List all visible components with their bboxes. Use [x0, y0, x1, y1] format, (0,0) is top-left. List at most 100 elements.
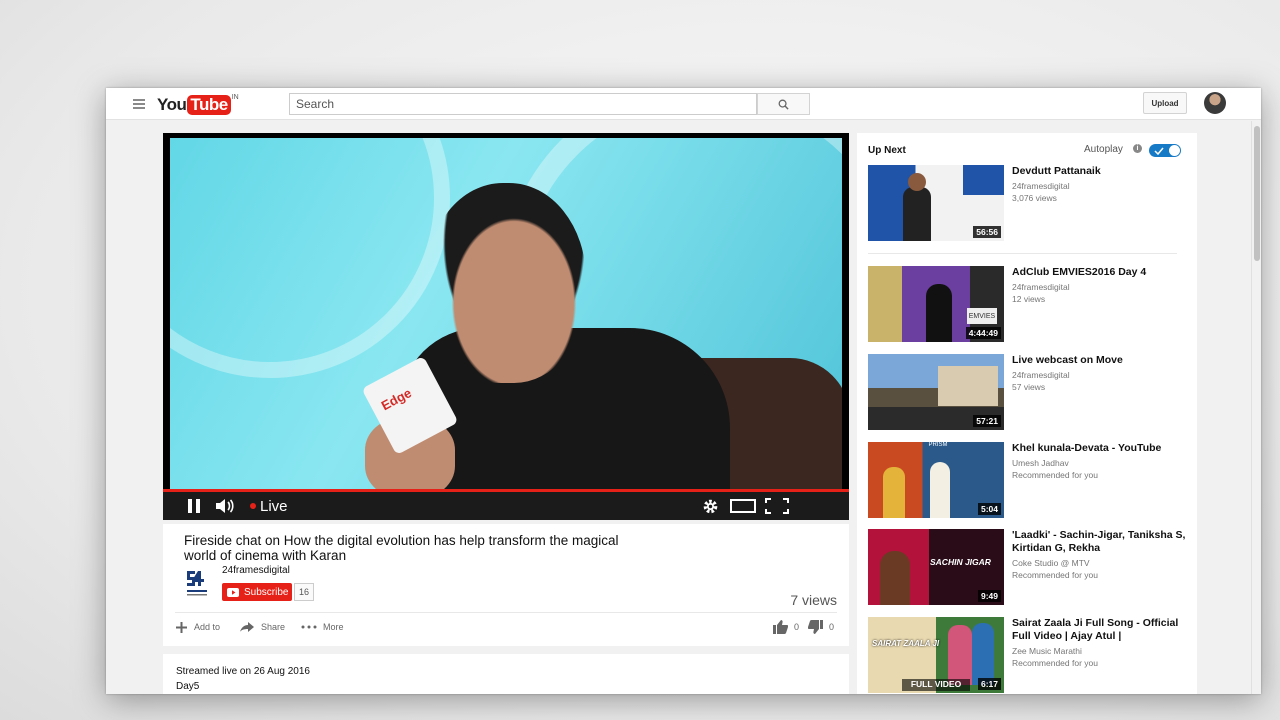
pause-button[interactable]: [187, 496, 201, 516]
page-scrollbar[interactable]: [1251, 121, 1261, 694]
guide-menu-icon[interactable]: [133, 99, 145, 109]
settings-button[interactable]: [702, 496, 719, 516]
thumb-figure: [903, 187, 931, 241]
fullscreen-icon: [765, 498, 789, 514]
thumbs-up-icon: [773, 620, 788, 634]
recommendation-title: Khel kunala-Devata - YouTube: [1012, 442, 1162, 454]
thumb-figure: [883, 467, 905, 518]
like-button[interactable]: 0: [773, 618, 799, 636]
recommendation-item[interactable]: SACHIN JIGAR 9:49 'Laadki' - Sachin-Jiga…: [868, 529, 1188, 605]
backdrop-ring: [170, 138, 450, 378]
thumbs-down-icon: [808, 620, 823, 634]
youtube-play-icon: [227, 587, 239, 597]
video-thumbnail[interactable]: 57:21: [868, 354, 1004, 430]
thumb-banner: [963, 165, 1004, 195]
up-next-heading: Up Next: [868, 145, 906, 156]
recommendation-item[interactable]: 56:56 Devdutt Pattanaik 24framesdigital …: [868, 165, 1188, 241]
subscribe-label: Subscribe: [244, 586, 289, 598]
recommendation-item[interactable]: EMVIES 4:44:49 AdClub EMVIES2016 Day 4 2…: [868, 266, 1188, 342]
video-duration: 6:17: [977, 678, 1001, 690]
video-description: Streamed live on 26 Aug 2016 Day5: [163, 654, 849, 694]
recommendation-views: Recommended for you: [1012, 570, 1098, 580]
thumb-figure: [972, 623, 994, 685]
recommendation-channel: Umesh Jadhav: [1012, 458, 1069, 468]
mic-brand-label: Edge: [378, 385, 414, 414]
upload-button[interactable]: Upload: [1143, 92, 1187, 114]
recommendation-title: 'Laadki' - Sachin-Jigar, Taniksha S, Kir…: [1012, 529, 1186, 554]
recommendation-views: Recommended for you: [1012, 658, 1098, 668]
video-thumbnail[interactable]: SAIRAT ZAALA JI FULL VIDEO 6:17: [868, 617, 1004, 693]
autoplay-label: Autoplay: [1084, 144, 1123, 155]
thumb-overlay-text: SACHIN JIGAR: [930, 557, 991, 567]
thumb-figure: [948, 625, 972, 685]
video-thumbnail[interactable]: PRISM 5:04: [868, 442, 1004, 518]
more-button[interactable]: More: [301, 618, 344, 636]
video-title: Fireside chat on How the digital evoluti…: [184, 533, 619, 563]
stream-date: Streamed live on 26 Aug 2016: [176, 666, 310, 677]
recommendation-item[interactable]: PRISM 5:04 Khel kunala-Devata - YouTube …: [868, 442, 1188, 518]
add-to-label: Add to: [194, 622, 221, 632]
info-icon[interactable]: i: [1133, 144, 1142, 153]
fullscreen-button[interactable]: [765, 496, 789, 516]
video-thumbnail[interactable]: EMVIES 4:44:49: [868, 266, 1004, 342]
share-button[interactable]: Share: [239, 618, 285, 636]
speaker-head: [426, 183, 586, 383]
share-icon: [240, 622, 254, 632]
section-divider: [868, 253, 1177, 254]
recommendation-views: Recommended for you: [1012, 470, 1098, 480]
masthead: You Tube IN Search Upload: [106, 88, 1261, 120]
video-player[interactable]: Edge Live: [163, 133, 849, 520]
channel-logo[interactable]: [184, 567, 210, 601]
pause-icon: [188, 499, 200, 513]
recommendation-title: Live webcast on Move: [1012, 354, 1123, 366]
video-duration: 57:21: [973, 415, 1001, 427]
recommendation-item[interactable]: SAIRAT ZAALA JI FULL VIDEO 6:17 Sairat Z…: [868, 617, 1188, 693]
check-icon: [1154, 147, 1164, 155]
volume-button[interactable]: [215, 496, 235, 516]
plus-icon: [176, 621, 187, 633]
recommendation-channel: Coke Studio @ MTV: [1012, 558, 1090, 568]
recommendation-views: 57 views: [1012, 382, 1046, 392]
subscriber-count: 16: [294, 583, 314, 601]
logo-you-text: You: [157, 95, 187, 114]
thumb-caption: FULL VIDEO: [902, 679, 970, 691]
autoplay-toggle[interactable]: [1149, 144, 1181, 157]
scrollbar-thumb[interactable]: [1254, 126, 1260, 261]
view-count: 7 views: [790, 592, 837, 608]
thumb-figure: [926, 284, 952, 342]
live-indicator[interactable]: Live: [250, 496, 288, 516]
video-duration: 4:44:49: [965, 327, 1001, 339]
recommendation-views: 12 views: [1012, 294, 1046, 304]
more-dots-icon: [301, 625, 317, 629]
dislike-button[interactable]: 0: [808, 618, 834, 636]
channel-name[interactable]: 24framesdigital: [222, 565, 290, 576]
user-avatar[interactable]: [1204, 92, 1226, 114]
recommendation-title: Sairat Zaala Ji Full Song - Official Ful…: [1012, 617, 1179, 642]
thumb-overlay-text: PRISM: [928, 442, 948, 448]
description-text: Day5: [176, 681, 200, 692]
video-frame[interactable]: Edge: [170, 138, 842, 490]
video-info: Fireside chat on How the digital evoluti…: [163, 524, 849, 646]
recommendation-channel: 24framesdigital: [1012, 370, 1070, 380]
video-thumbnail[interactable]: 56:56: [868, 165, 1004, 241]
theater-mode-button[interactable]: [730, 496, 756, 516]
video-thumbnail[interactable]: SACHIN JIGAR 9:49: [868, 529, 1004, 605]
live-dot: [250, 503, 256, 509]
subscribe-button[interactable]: Subscribe: [222, 583, 292, 601]
search-button[interactable]: [757, 93, 810, 115]
theater-mode-icon: [730, 499, 756, 513]
recommendation-channel: 24framesdigital: [1012, 181, 1070, 191]
recommendation-channel: Zee Music Marathi: [1012, 646, 1082, 656]
gear-icon: [703, 499, 718, 513]
thumb-figure: [880, 551, 910, 605]
recommendation-item[interactable]: 57:21 Live webcast on Move 24framesdigit…: [868, 354, 1188, 430]
recommendation-views: 3,076 views: [1012, 193, 1057, 203]
more-label: More: [323, 622, 344, 632]
add-to-button[interactable]: Add to: [175, 618, 220, 636]
thumb-overlay-text: SAIRAT ZAALA JI: [872, 639, 940, 648]
search-input[interactable]: Search: [289, 93, 757, 115]
youtube-logo[interactable]: You Tube IN: [157, 93, 239, 117]
like-count: 0: [794, 622, 800, 632]
dislike-count: 0: [829, 622, 835, 632]
thumb-figure-head: [908, 173, 926, 191]
